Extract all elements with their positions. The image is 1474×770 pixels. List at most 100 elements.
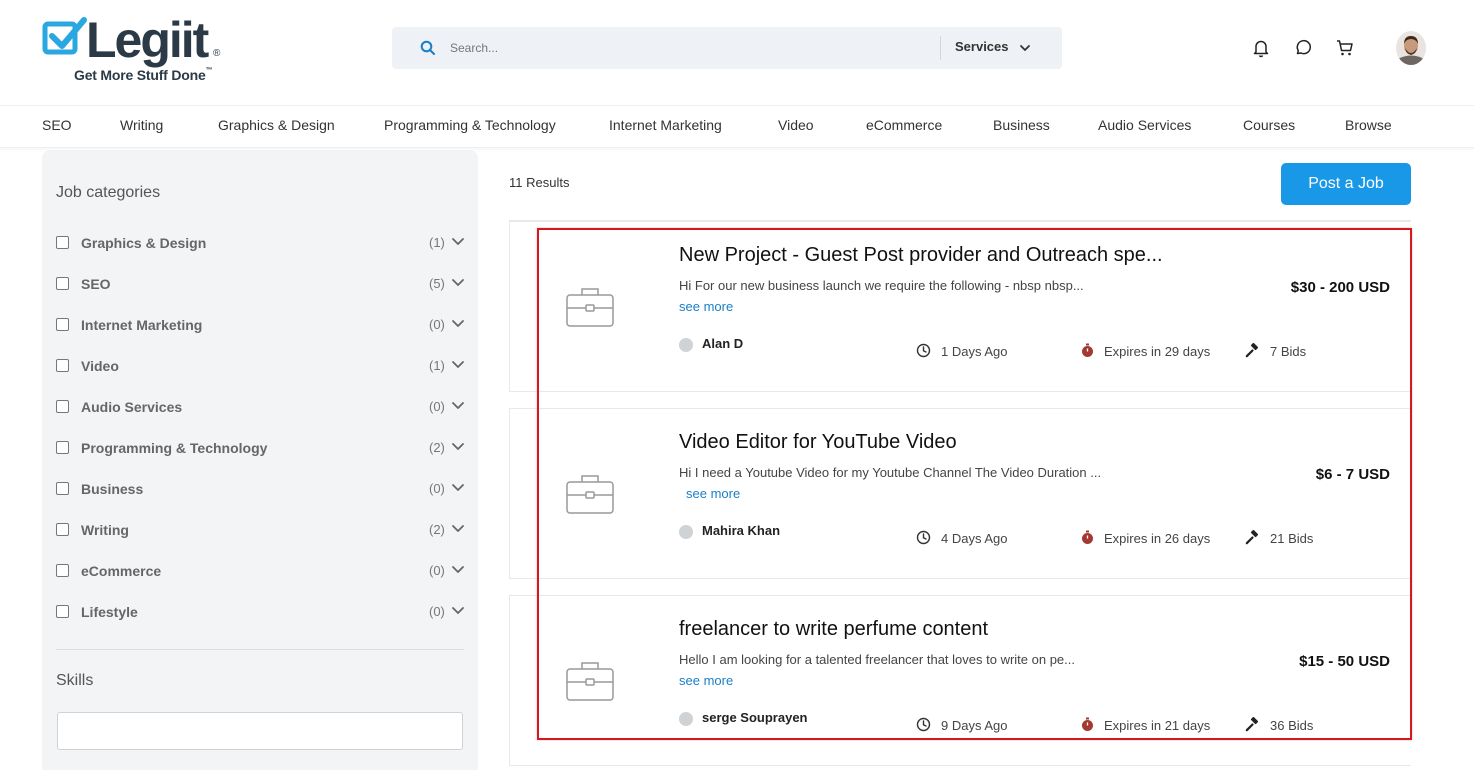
logo[interactable]: Legiit ® Get More Stuff Done™: [42, 14, 232, 86]
category-checkbox[interactable]: [56, 318, 69, 331]
chevron-down-icon[interactable]: [451, 606, 465, 616]
category-row[interactable]: Writing (2): [56, 521, 466, 541]
category-count: (0): [429, 481, 445, 496]
category-row[interactable]: Business (0): [56, 480, 466, 500]
category-checkbox[interactable]: [56, 482, 69, 495]
stopwatch-icon: [1082, 530, 1093, 544]
category-row[interactable]: Programming & Technology (2): [56, 439, 466, 459]
post-job-button[interactable]: Post a Job: [1281, 163, 1411, 205]
job-bids: 21 Bids: [1270, 531, 1314, 546]
category-label[interactable]: Lifestyle: [81, 604, 138, 620]
chevron-down-icon[interactable]: [451, 278, 465, 288]
category-label[interactable]: Audio Services: [81, 399, 182, 415]
category-checkbox[interactable]: [56, 277, 69, 290]
nav-item-writing[interactable]: Writing: [120, 117, 163, 133]
logo-registered: ®: [213, 48, 221, 59]
job-expires: Expires in 21 days: [1104, 718, 1211, 733]
category-label[interactable]: eCommerce: [81, 563, 161, 579]
category-label[interactable]: Graphics & Design: [81, 235, 206, 251]
category-row[interactable]: Internet Marketing (0): [56, 316, 466, 336]
logo-wordmark: Legiit: [86, 12, 209, 68]
gavel-icon: [1245, 530, 1259, 545]
job-card[interactable]: Video Editor for YouTube Video Hi I need…: [509, 408, 1411, 579]
search-input[interactable]: [450, 35, 920, 61]
chevron-down-icon[interactable]: [451, 524, 465, 534]
nav-item-courses[interactable]: Courses: [1243, 117, 1295, 133]
job-card[interactable]: New Project - Guest Post provider and Ou…: [509, 221, 1411, 392]
category-count: (0): [429, 317, 445, 332]
logo-check-icon: [42, 17, 87, 55]
user-icon: [679, 338, 693, 352]
category-checkbox[interactable]: [56, 605, 69, 618]
chevron-down-icon[interactable]: [451, 565, 465, 575]
clock-icon: [916, 717, 931, 732]
category-row[interactable]: Audio Services (0): [56, 398, 466, 418]
job-description: Hi For our new business launch we requir…: [679, 278, 1084, 293]
category-count: (0): [429, 399, 445, 414]
nav-item-audio-services[interactable]: Audio Services: [1098, 117, 1191, 133]
nav-item-browse[interactable]: Browse: [1345, 117, 1392, 133]
category-row[interactable]: Lifestyle (0): [56, 603, 466, 623]
category-count: (1): [429, 235, 445, 250]
search-bar: Services: [392, 27, 1062, 69]
user-icon: [679, 525, 693, 539]
nav-item-internet-marketing[interactable]: Internet Marketing: [609, 117, 722, 133]
job-posted: 1 Days Ago: [941, 344, 1008, 359]
category-checkbox[interactable]: [56, 400, 69, 413]
job-title[interactable]: freelancer to write perfume content: [679, 618, 988, 641]
header: Legiit ® Get More Stuff Done™ Services: [0, 0, 1474, 106]
chevron-down-icon[interactable]: [451, 483, 465, 493]
nav-item-seo[interactable]: SEO: [42, 117, 72, 133]
category-row[interactable]: eCommerce (0): [56, 562, 466, 582]
job-expires: Expires in 26 days: [1104, 531, 1211, 546]
category-row[interactable]: Video (1): [56, 357, 466, 377]
chevron-down-icon[interactable]: [451, 442, 465, 452]
search-icon[interactable]: [420, 40, 436, 56]
category-label[interactable]: Internet Marketing: [81, 317, 202, 333]
chat-icon[interactable]: [1293, 38, 1313, 58]
job-author[interactable]: serge Souprayen: [702, 710, 808, 725]
job-title[interactable]: New Project - Guest Post provider and Ou…: [679, 244, 1163, 267]
category-checkbox[interactable]: [56, 523, 69, 536]
category-row[interactable]: SEO (5): [56, 275, 466, 295]
category-label[interactable]: Programming & Technology: [81, 440, 267, 456]
job-categories-heading: Job categories: [56, 184, 161, 201]
chevron-down-icon[interactable]: [451, 237, 465, 247]
cart-icon[interactable]: [1335, 38, 1355, 58]
job-author[interactable]: Alan D: [702, 336, 743, 351]
job-price: $15 - 50 USD: [1299, 653, 1390, 670]
category-label[interactable]: Writing: [81, 522, 129, 538]
avatar[interactable]: [1396, 31, 1426, 65]
nav-item-graphics-design[interactable]: Graphics & Design: [218, 117, 335, 133]
job-title[interactable]: Video Editor for YouTube Video: [679, 431, 957, 454]
bell-icon[interactable]: [1251, 38, 1271, 58]
category-checkbox[interactable]: [56, 564, 69, 577]
category-checkbox[interactable]: [56, 441, 69, 454]
see-more-link[interactable]: see more: [679, 673, 733, 688]
chevron-down-icon[interactable]: [451, 360, 465, 370]
chevron-down-icon[interactable]: [1019, 43, 1031, 53]
nav-item-business[interactable]: Business: [993, 117, 1050, 133]
category-count: (2): [429, 522, 445, 537]
see-more-link[interactable]: see more: [686, 486, 740, 501]
category-label[interactable]: Video: [81, 358, 119, 374]
category-checkbox[interactable]: [56, 359, 69, 372]
category-label[interactable]: Business: [81, 481, 143, 497]
chevron-down-icon[interactable]: [451, 319, 465, 329]
chevron-down-icon[interactable]: [451, 401, 465, 411]
search-category-select[interactable]: Services: [955, 39, 1009, 54]
category-row[interactable]: Graphics & Design (1): [56, 234, 466, 254]
nav-item-ecommerce[interactable]: eCommerce: [866, 117, 942, 133]
job-author[interactable]: Mahira Khan: [702, 523, 780, 538]
category-checkbox[interactable]: [56, 236, 69, 249]
skills-input[interactable]: [57, 712, 463, 750]
nav-item-programming-technology[interactable]: Programming & Technology: [384, 117, 556, 133]
see-more-link[interactable]: see more: [679, 299, 733, 314]
job-posted: 9 Days Ago: [941, 718, 1008, 733]
job-card[interactable]: freelancer to write perfume content Hell…: [509, 595, 1411, 766]
category-count: (1): [429, 358, 445, 373]
category-nav: SEO Writing Graphics & Design Programmin…: [0, 106, 1474, 148]
nav-item-video[interactable]: Video: [778, 117, 814, 133]
job-description: Hi I need a Youtube Video for my Youtube…: [679, 465, 1102, 480]
category-label[interactable]: SEO: [81, 276, 111, 292]
